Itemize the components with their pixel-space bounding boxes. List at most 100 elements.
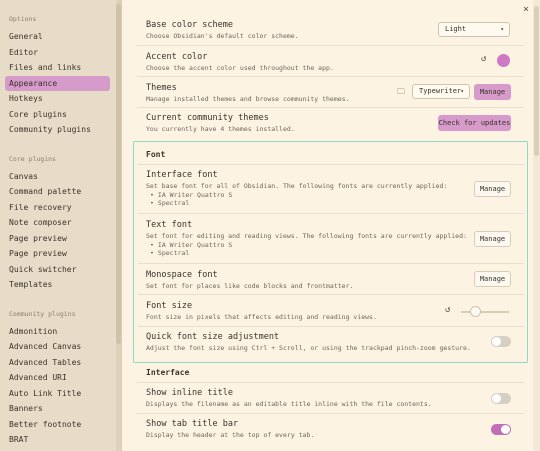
- sidebar-item-admonition[interactable]: Admonition: [5, 324, 110, 340]
- sidebar-item-core-plugins[interactable]: Core plugins: [5, 107, 110, 123]
- font-size-slider-track[interactable]: [461, 311, 509, 313]
- applied-font: IA Writer Quattro S: [146, 191, 447, 199]
- font-size-slider-handle[interactable]: [469, 306, 481, 317]
- chevron-down-icon: ▾: [460, 88, 464, 95]
- divider: [137, 107, 524, 108]
- description-text: Set base font for all of Obsidian. The f…: [146, 182, 448, 190]
- quick-font-size-toggle[interactable]: [491, 336, 511, 347]
- interface-font-setting: Interface font Set base font for all of …: [146, 170, 447, 207]
- sidebar-item-appearance[interactable]: Appearance: [5, 75, 110, 91]
- community-plugins-list: Admonition Advanced Canvas Advanced Tables…: [0, 324, 121, 451]
- close-icon[interactable]: ×: [523, 4, 529, 15]
- settings-sidebar: Options General Editor Files and links Appe…: [0, 0, 122, 451]
- setting-title: Base color scheme: [146, 20, 233, 30]
- sidebar-item-hotkeys[interactable]: Hotkeys: [5, 91, 110, 107]
- manage-text-font-button[interactable]: Manage: [474, 231, 511, 247]
- sidebar-item-advanced-uri[interactable]: Advanced URI: [5, 370, 110, 386]
- setting-title: Interface font: [146, 170, 218, 180]
- sidebar-scrollbar[interactable]: [116, 0, 121, 451]
- inline-title-setting: Show inline title Displays the filename …: [146, 388, 432, 408]
- sidebar-item-advanced-canvas[interactable]: Advanced Canvas: [5, 339, 110, 355]
- divider: [138, 326, 524, 327]
- setting-title: Font size: [146, 301, 193, 311]
- base-color-scheme-setting: Base color scheme Choose Obsidian's defa…: [146, 20, 299, 40]
- setting-description: Display the header at the top of every t…: [146, 431, 315, 439]
- inline-title-toggle[interactable]: [491, 393, 511, 404]
- interface-section-heading: Interface: [146, 368, 190, 377]
- setting-description: Adjust the font size using Ctrl + Scroll…: [146, 344, 471, 352]
- manage-monospace-font-button[interactable]: Manage: [474, 271, 511, 287]
- community-plugins-section-title: Community plugins: [9, 309, 76, 318]
- setting-title: Show tab title bar: [146, 419, 239, 429]
- setting-description: Displays the filename as an editable tit…: [146, 400, 432, 408]
- sidebar-item-auto-link-title[interactable]: Auto Link Title: [5, 386, 110, 402]
- divider: [138, 213, 524, 214]
- sidebar-item-banners[interactable]: Banners: [5, 401, 110, 417]
- tab-title-bar-setting: Show tab title bar Display the header at…: [146, 419, 314, 439]
- base-color-scheme-dropdown[interactable]: Light ▾: [438, 22, 510, 37]
- divider: [138, 294, 524, 295]
- divider: [137, 76, 524, 77]
- setting-title: Current community themes: [146, 113, 269, 123]
- sidebar-item-brat[interactable]: BRAT: [5, 432, 110, 448]
- setting-description: Choose the accent color used throughout …: [146, 64, 334, 72]
- setting-description: Font size in pixels that affects editing…: [146, 313, 377, 321]
- setting-title: Themes: [146, 83, 177, 93]
- description-text: Set font for editing and reading views. …: [146, 232, 467, 240]
- divider: [138, 263, 524, 264]
- sidebar-item-canvas[interactable]: Canvas: [5, 169, 110, 185]
- core-plugins-list: Canvas Command palette File recovery Note c…: [0, 169, 121, 293]
- font-section-heading: Font: [146, 150, 166, 159]
- sidebar-item-templates[interactable]: Templates: [5, 277, 110, 293]
- manage-interface-font-button[interactable]: Manage: [474, 181, 511, 197]
- applied-font: Spectral: [146, 249, 467, 257]
- check-for-updates-button[interactable]: Check for updates: [438, 115, 511, 131]
- sidebar-item-files-and-links[interactable]: Files and links: [5, 60, 110, 76]
- sidebar-item-page-preview[interactable]: Page preview: [5, 231, 110, 247]
- chevron-down-icon: ▾: [500, 26, 504, 33]
- options-section-title: Options: [9, 15, 37, 23]
- sidebar-item-editor[interactable]: Editor: [5, 45, 110, 61]
- setting-description: Set font for editing and reading views. …: [146, 232, 467, 257]
- setting-description: Set font for places like code blocks and…: [146, 282, 354, 290]
- sidebar-item-colorful-tag[interactable]: Colorful Tag: [5, 448, 110, 451]
- tab-title-bar-toggle[interactable]: [491, 424, 511, 435]
- setting-title: Monospace font: [146, 270, 218, 280]
- setting-title: Text font: [146, 220, 193, 230]
- core-plugins-section-title: Core plugins: [9, 154, 56, 163]
- sidebar-item-general[interactable]: General: [5, 29, 110, 45]
- divider: [137, 45, 524, 46]
- main-scrollbar[interactable]: [533, 0, 540, 451]
- setting-title: Show inline title: [146, 388, 233, 398]
- reset-icon[interactable]: ↺: [481, 54, 486, 64]
- theme-dropdown[interactable]: Typewriter ▾: [412, 84, 470, 99]
- setting-description: Choose Obsidian's default color scheme.: [146, 32, 299, 40]
- quick-font-size-setting: Quick font size adjustment Adjust the fo…: [146, 332, 471, 352]
- community-themes-setting: Current community themes You currently h…: [146, 113, 295, 133]
- setting-description: You currently have 4 themes installed.: [146, 125, 295, 133]
- sidebar-item-command-palette[interactable]: Command palette: [5, 184, 110, 200]
- monospace-font-setting: Monospace font Set font for places like …: [146, 270, 353, 290]
- sidebar-item-community-plugins[interactable]: Community plugins: [5, 122, 110, 138]
- sidebar-item-better-footnote[interactable]: Better footnote: [5, 417, 110, 433]
- reset-icon[interactable]: ↺: [445, 305, 450, 315]
- themes-setting: Themes Manage installed themes and brows…: [146, 83, 350, 103]
- manage-themes-button[interactable]: Manage: [474, 84, 511, 100]
- setting-title: Accent color: [146, 52, 208, 62]
- accent-color-swatch[interactable]: [497, 54, 510, 67]
- sidebar-item-advanced-tables[interactable]: Advanced Tables: [5, 355, 110, 371]
- folder-icon[interactable]: 🗀: [397, 86, 405, 100]
- accent-color-setting: Accent color Choose the accent color use…: [146, 52, 334, 72]
- sidebar-item-page-preview[interactable]: Page preview: [5, 246, 110, 262]
- setting-title: Quick font size adjustment: [146, 332, 280, 342]
- divider: [137, 413, 524, 414]
- divider: [137, 382, 524, 383]
- setting-description: Manage installed themes and browse commu…: [146, 95, 350, 103]
- sidebar-item-file-recovery[interactable]: File recovery: [5, 200, 110, 216]
- sidebar-item-quick-switcher[interactable]: Quick switcher: [5, 262, 110, 278]
- dropdown-value: Light: [445, 25, 467, 33]
- dropdown-value: Typewriter: [419, 87, 462, 95]
- options-list: General Editor Files and links Appearance Ho…: [0, 29, 121, 138]
- text-font-setting: Text font Set font for editing and readi…: [146, 220, 467, 257]
- sidebar-item-note-composer[interactable]: Note composer: [5, 215, 110, 231]
